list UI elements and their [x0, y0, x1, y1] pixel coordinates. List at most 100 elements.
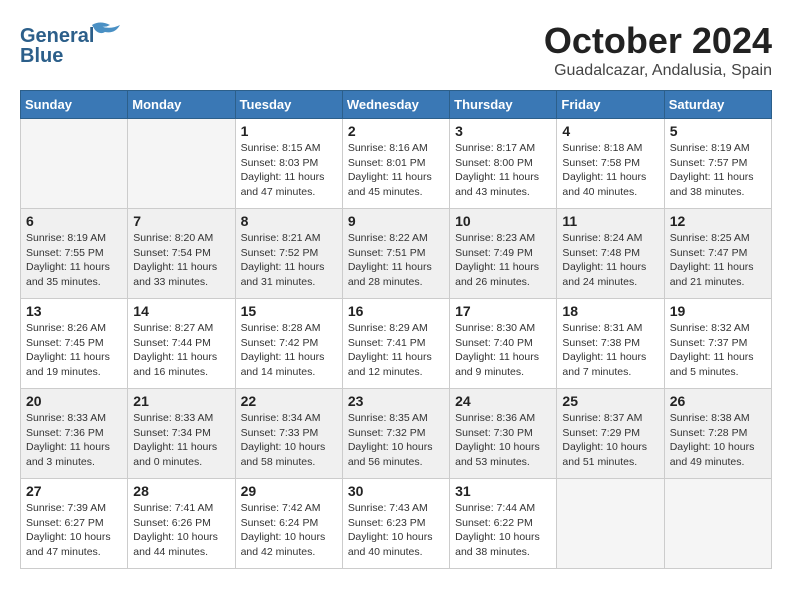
- weekday-header-thursday: Thursday: [450, 91, 557, 119]
- weekday-header-tuesday: Tuesday: [235, 91, 342, 119]
- day-info: Sunrise: 8:18 AM Sunset: 7:58 PM Dayligh…: [562, 141, 658, 200]
- day-info: Sunrise: 7:39 AM Sunset: 6:27 PM Dayligh…: [26, 501, 122, 560]
- calendar-cell: 31Sunrise: 7:44 AM Sunset: 6:22 PM Dayli…: [450, 479, 557, 569]
- calendar-week-3: 13 Sunrise: 8:26 AM Sunset: 7:45 PM Dayli…: [21, 299, 772, 389]
- day-number: 21: [133, 393, 229, 409]
- day-number: 14: [133, 303, 229, 319]
- calendar-body: 1Sunrise: 8:15 AM Sunset: 8:03 PM Daylig…: [21, 119, 772, 569]
- day-number: 9: [348, 213, 444, 229]
- day-number: 31: [455, 483, 551, 499]
- day-number: 6: [26, 213, 122, 229]
- calendar-cell: 28Sunrise: 7:41 AM Sunset: 6:26 PM Dayli…: [128, 479, 235, 569]
- day-info: Sunrise: 8:27 AM Sunset: 7:44 PM Dayligh…: [133, 321, 229, 380]
- calendar-cell: 17Sunrise: 8:30 AM Sunset: 7:40 PM Dayli…: [450, 299, 557, 389]
- day-info: Sunrise: 8:35 AM Sunset: 7:32 PM Dayligh…: [348, 411, 444, 470]
- day-number: 19: [670, 303, 766, 319]
- weekday-header-row: SundayMondayTuesdayWednesdayThursdayFrid…: [21, 91, 772, 119]
- calendar-cell: [21, 119, 128, 209]
- calendar-cell: 19 Sunrise: 8:32 AM Sunset: 7:37 PM Dayli…: [664, 299, 771, 389]
- calendar-cell: 29Sunrise: 7:42 AM Sunset: 6:24 PM Dayli…: [235, 479, 342, 569]
- calendar-cell: 12 Sunrise: 8:25 AM Sunset: 7:47 PM Dayli…: [664, 209, 771, 299]
- day-info: Sunrise: 8:37 AM Sunset: 7:29 PM Dayligh…: [562, 411, 658, 470]
- day-number: 25: [562, 393, 658, 409]
- calendar-cell: 23 Sunrise: 8:35 AM Sunset: 7:32 PM Dayli…: [342, 389, 449, 479]
- day-number: 30: [348, 483, 444, 499]
- calendar-cell: 3 Sunrise: 8:17 AM Sunset: 8:00 PM Daylig…: [450, 119, 557, 209]
- day-info: Sunrise: 8:19 AM Sunset: 7:57 PM Dayligh…: [670, 141, 766, 200]
- day-info: Sunrise: 8:15 AM Sunset: 8:03 PM Dayligh…: [241, 141, 337, 200]
- title-block: October 2024 Guadalcazar, Andalusia, Spa…: [544, 20, 772, 80]
- calendar-cell: 6 Sunrise: 8:19 AM Sunset: 7:55 PM Daylig…: [21, 209, 128, 299]
- day-number: 26: [670, 393, 766, 409]
- calendar-cell: 24Sunrise: 8:36 AM Sunset: 7:30 PM Dayli…: [450, 389, 557, 479]
- day-info: Sunrise: 8:21 AM Sunset: 7:52 PM Dayligh…: [241, 231, 337, 290]
- day-number: 23: [348, 393, 444, 409]
- day-info: Sunrise: 8:19 AM Sunset: 7:55 PM Dayligh…: [26, 231, 122, 290]
- calendar-cell: 7Sunrise: 8:20 AM Sunset: 7:54 PM Daylig…: [128, 209, 235, 299]
- day-info: Sunrise: 8:31 AM Sunset: 7:38 PM Dayligh…: [562, 321, 658, 380]
- day-number: 22: [241, 393, 337, 409]
- calendar-cell: 25 Sunrise: 8:37 AM Sunset: 7:29 PM Dayli…: [557, 389, 664, 479]
- calendar-cell: 16Sunrise: 8:29 AM Sunset: 7:41 PM Dayli…: [342, 299, 449, 389]
- calendar-cell: [557, 479, 664, 569]
- day-info: Sunrise: 8:16 AM Sunset: 8:01 PM Dayligh…: [348, 141, 444, 200]
- calendar-cell: 8 Sunrise: 8:21 AM Sunset: 7:52 PM Daylig…: [235, 209, 342, 299]
- calendar-cell: [128, 119, 235, 209]
- day-number: 27: [26, 483, 122, 499]
- day-info: Sunrise: 8:17 AM Sunset: 8:00 PM Dayligh…: [455, 141, 551, 200]
- location-subtitle: Guadalcazar, Andalusia, Spain: [544, 62, 772, 80]
- day-info: Sunrise: 8:22 AM Sunset: 7:51 PM Dayligh…: [348, 231, 444, 290]
- calendar-cell: 9 Sunrise: 8:22 AM Sunset: 7:51 PM Daylig…: [342, 209, 449, 299]
- day-number: 12: [670, 213, 766, 229]
- weekday-header-friday: Friday: [557, 91, 664, 119]
- page-header: General Blue October 2024 Guadalcazar, A…: [20, 20, 772, 80]
- logo: General Blue: [20, 20, 130, 70]
- calendar-cell: 21Sunrise: 8:33 AM Sunset: 7:34 PM Dayli…: [128, 389, 235, 479]
- weekday-header-sunday: Sunday: [21, 91, 128, 119]
- month-title: October 2024: [544, 20, 772, 62]
- day-info: Sunrise: 8:28 AM Sunset: 7:42 PM Dayligh…: [241, 321, 337, 380]
- calendar-cell: 15Sunrise: 8:28 AM Sunset: 7:42 PM Dayli…: [235, 299, 342, 389]
- calendar-week-1: 1Sunrise: 8:15 AM Sunset: 8:03 PM Daylig…: [21, 119, 772, 209]
- day-number: 17: [455, 303, 551, 319]
- day-number: 11: [562, 213, 658, 229]
- calendar-cell: [664, 479, 771, 569]
- day-number: 2: [348, 123, 444, 139]
- calendar-cell: 5 Sunrise: 8:19 AM Sunset: 7:57 PM Daylig…: [664, 119, 771, 209]
- day-info: Sunrise: 8:36 AM Sunset: 7:30 PM Dayligh…: [455, 411, 551, 470]
- day-number: 3: [455, 123, 551, 139]
- day-info: Sunrise: 8:26 AM Sunset: 7:45 PM Dayligh…: [26, 321, 122, 380]
- calendar-cell: 20Sunrise: 8:33 AM Sunset: 7:36 PM Dayli…: [21, 389, 128, 479]
- day-number: 18: [562, 303, 658, 319]
- calendar-cell: 2 Sunrise: 8:16 AM Sunset: 8:01 PM Daylig…: [342, 119, 449, 209]
- calendar-cell: 30 Sunrise: 7:43 AM Sunset: 6:23 PM Dayli…: [342, 479, 449, 569]
- day-info: Sunrise: 8:32 AM Sunset: 7:37 PM Dayligh…: [670, 321, 766, 380]
- day-number: 29: [241, 483, 337, 499]
- svg-text:Blue: Blue: [20, 45, 63, 65]
- day-number: 8: [241, 213, 337, 229]
- calendar-week-4: 20Sunrise: 8:33 AM Sunset: 7:36 PM Dayli…: [21, 389, 772, 479]
- day-info: Sunrise: 8:24 AM Sunset: 7:48 PM Dayligh…: [562, 231, 658, 290]
- day-number: 13: [26, 303, 122, 319]
- day-info: Sunrise: 8:34 AM Sunset: 7:33 PM Dayligh…: [241, 411, 337, 470]
- weekday-header-saturday: Saturday: [664, 91, 771, 119]
- day-number: 4: [562, 123, 658, 139]
- calendar-cell: 26 Sunrise: 8:38 AM Sunset: 7:28 PM Dayli…: [664, 389, 771, 479]
- day-info: Sunrise: 7:43 AM Sunset: 6:23 PM Dayligh…: [348, 501, 444, 560]
- calendar-cell: 18 Sunrise: 8:31 AM Sunset: 7:38 PM Dayli…: [557, 299, 664, 389]
- day-number: 5: [670, 123, 766, 139]
- calendar-cell: 27 Sunrise: 7:39 AM Sunset: 6:27 PM Dayli…: [21, 479, 128, 569]
- day-number: 7: [133, 213, 229, 229]
- weekday-header-wednesday: Wednesday: [342, 91, 449, 119]
- svg-text:General: General: [20, 25, 94, 47]
- day-info: Sunrise: 8:29 AM Sunset: 7:41 PM Dayligh…: [348, 321, 444, 380]
- day-info: Sunrise: 8:38 AM Sunset: 7:28 PM Dayligh…: [670, 411, 766, 470]
- calendar-cell: 10Sunrise: 8:23 AM Sunset: 7:49 PM Dayli…: [450, 209, 557, 299]
- day-info: Sunrise: 8:25 AM Sunset: 7:47 PM Dayligh…: [670, 231, 766, 290]
- logo-text: General Blue: [20, 20, 130, 70]
- calendar-table: SundayMondayTuesdayWednesdayThursdayFrid…: [20, 90, 772, 569]
- weekday-header-monday: Monday: [128, 91, 235, 119]
- calendar-cell: 22 Sunrise: 8:34 AM Sunset: 7:33 PM Dayli…: [235, 389, 342, 479]
- calendar-week-5: 27 Sunrise: 7:39 AM Sunset: 6:27 PM Dayli…: [21, 479, 772, 569]
- day-info: Sunrise: 8:33 AM Sunset: 7:36 PM Dayligh…: [26, 411, 122, 470]
